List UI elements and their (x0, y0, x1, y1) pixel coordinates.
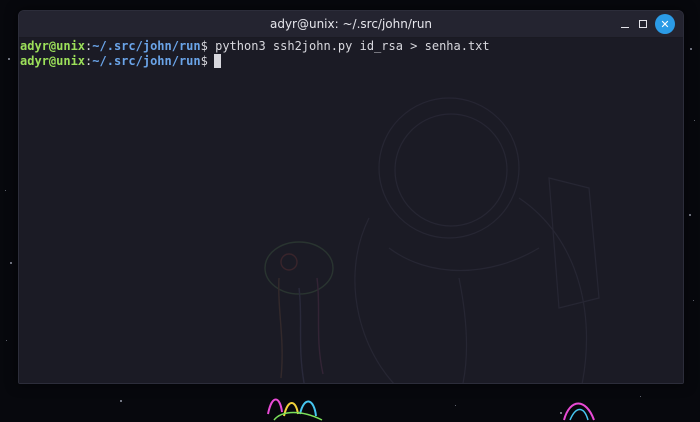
star-decoration (640, 396, 641, 397)
prompt-symbol: $ (200, 39, 208, 53)
prompt-path: ~/.src/john/run (92, 39, 201, 53)
star-decoration (690, 48, 692, 50)
close-icon: ✕ (660, 17, 670, 31)
prompt-user-host: adyr@unix (20, 54, 86, 68)
text-cursor (213, 54, 221, 68)
star-decoration (693, 300, 694, 301)
maximize-icon (639, 20, 647, 28)
wallpaper-art-fragment (267, 398, 323, 421)
star-decoration (694, 120, 695, 121)
wallpaper-art-fragment (563, 402, 595, 421)
prompt-user-host: adyr@unix (20, 39, 86, 53)
star-decoration (120, 400, 122, 402)
astronaut-wallpaper-art (264, 97, 600, 383)
window-title: adyr@unix: ~/.src/john/run (269, 17, 433, 31)
star-decoration (6, 340, 7, 341)
terminal-line[interactable]: adyr@unix:~/.src/john/run$ (19, 54, 683, 69)
prompt-symbol: $ (200, 54, 208, 68)
star-decoration (455, 405, 456, 406)
prompt-path: ~/.src/john/run (92, 54, 201, 68)
star-decoration (8, 58, 10, 60)
terminal-window[interactable]: adyr@unix: ~/.src/john/run ✕ adyr@unix:~… (18, 10, 684, 384)
close-button[interactable]: ✕ (655, 14, 675, 34)
desktop-background: adyr@unix: ~/.src/john/run ✕ adyr@unix:~… (0, 0, 700, 422)
minimize-button[interactable] (615, 14, 635, 34)
command-text: python3 ssh2john.py id_rsa > senha.txt (207, 39, 490, 53)
maximize-button[interactable] (633, 14, 653, 34)
star-decoration (689, 214, 691, 216)
terminal-body[interactable]: adyr@unix:~/.src/john/run$ python3 ssh2j… (19, 38, 683, 383)
star-decoration (5, 190, 6, 191)
terminal-line: adyr@unix:~/.src/john/run$ python3 ssh2j… (19, 38, 683, 54)
star-decoration (10, 262, 12, 264)
title-bar[interactable]: adyr@unix: ~/.src/john/run ✕ (19, 11, 683, 38)
minimize-icon (621, 26, 629, 29)
